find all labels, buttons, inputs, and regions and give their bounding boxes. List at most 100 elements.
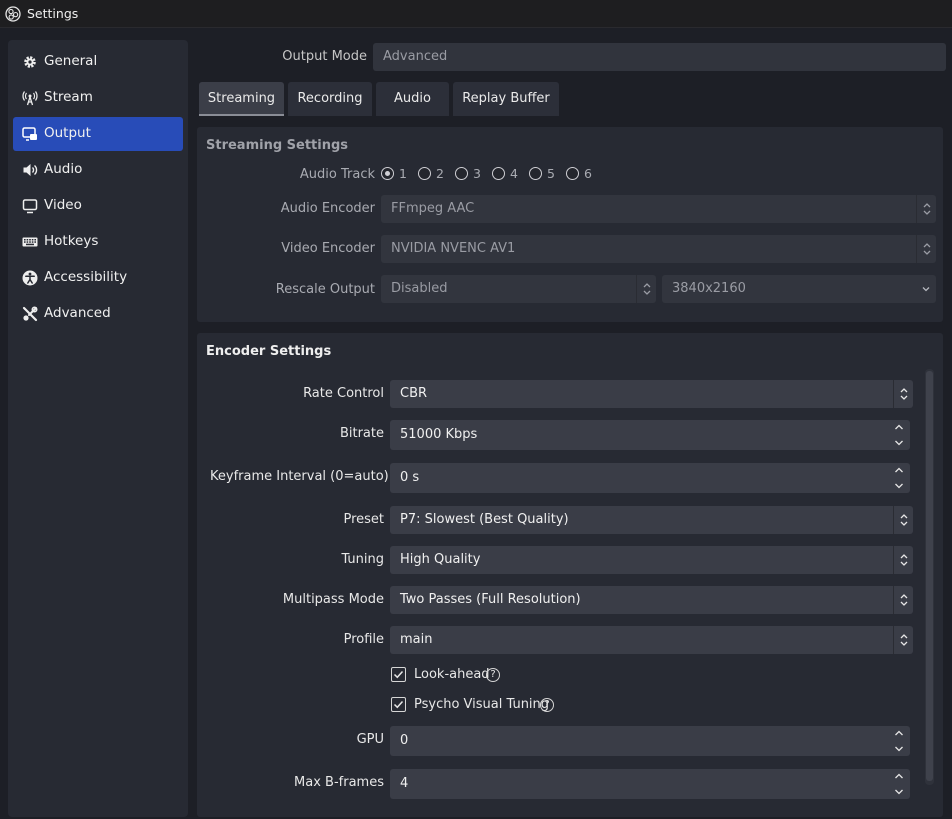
gpu-label: GPU — [356, 732, 384, 747]
audio-track-radio-5[interactable] — [529, 167, 542, 180]
checkmark-icon — [393, 700, 404, 709]
sidebar-item-audio[interactable]: Audio — [13, 153, 183, 187]
obs-logo-icon — [5, 6, 21, 22]
sidebar-item-label: Advanced — [44, 305, 111, 321]
sidebar-item-advanced[interactable]: Advanced — [13, 297, 183, 331]
sidebar-item-label: Hotkeys — [44, 233, 99, 249]
lookahead-checkbox[interactable] — [391, 667, 406, 682]
audio-track-radio-label: 2 — [436, 166, 444, 181]
output-icon — [22, 127, 37, 141]
tab-replay-buffer[interactable]: Replay Buffer — [453, 82, 559, 116]
sidebar-item-general[interactable]: General — [13, 45, 183, 79]
accessibility-icon — [22, 270, 38, 286]
up-down-arrows-icon — [893, 626, 913, 654]
settings-sidebar: General Stream Output Audio Video Hotkey… — [8, 40, 188, 817]
video-encoder-select[interactable]: NVIDIA NVENC AV1 — [381, 235, 936, 263]
audio-track-radio-label: 3 — [473, 166, 481, 181]
multipass-mode-select[interactable]: Two Passes (Full Resolution) — [390, 586, 913, 614]
bitrate-spinbox[interactable]: 51000 Kbps — [390, 420, 910, 450]
streaming-settings-title: Streaming Settings — [206, 138, 349, 153]
help-icon[interactable]: ? — [486, 668, 500, 682]
multipass-mode-label: Multipass Mode — [282, 592, 384, 607]
audio-encoder-value: FFmpeg AAC — [391, 201, 475, 216]
keyframe-interval-spinbox[interactable]: 0 s — [390, 463, 910, 493]
encoder-settings-title: Encoder Settings — [206, 344, 332, 359]
tuning-select[interactable]: High Quality — [390, 546, 913, 574]
max-b-frames-spinbox[interactable]: 4 — [390, 769, 910, 799]
sidebar-item-stream[interactable]: Stream — [13, 81, 183, 115]
tuning-label: Tuning — [341, 552, 384, 567]
rate-control-select[interactable]: CBR — [390, 380, 913, 408]
sidebar-item-hotkeys[interactable]: Hotkeys — [13, 225, 183, 259]
audio-track-radio-4[interactable] — [492, 167, 505, 180]
psycho-visual-tuning-label: Psycho Visual Tuning — [414, 697, 550, 712]
rate-control-label: Rate Control — [303, 386, 384, 401]
encoder-settings-scrollbar[interactable] — [925, 369, 934, 785]
sidebar-item-label: Video — [44, 197, 82, 213]
preset-label: Preset — [343, 512, 384, 527]
output-mode-select[interactable]: Advanced — [373, 43, 946, 71]
up-down-arrows-icon — [636, 275, 656, 303]
spinner-arrows-icon[interactable] — [892, 463, 906, 491]
rescale-output-select[interactable]: Disabled — [381, 275, 656, 303]
audio-track-radio-label: 4 — [510, 166, 518, 181]
audio-track-radio-label: 6 — [584, 166, 592, 181]
antenna-icon — [22, 91, 38, 106]
chevron-down-icon — [916, 275, 936, 303]
checkmark-icon — [393, 670, 404, 679]
audio-track-radio-label: 1 — [399, 166, 407, 181]
profile-value: main — [400, 632, 433, 647]
keyframe-interval-label: Keyframe Interval (0=auto) — [210, 469, 389, 484]
sidebar-item-label: Output — [44, 125, 91, 141]
multipass-mode-value: Two Passes (Full Resolution) — [400, 592, 581, 607]
audio-track-radio-1[interactable] — [381, 167, 394, 180]
audio-track-label: Audio Track — [299, 167, 375, 182]
up-down-arrows-icon — [893, 546, 913, 574]
tab-label: Streaming — [207, 91, 276, 106]
audio-track-radio-3[interactable] — [455, 167, 468, 180]
audio-track-radio-6[interactable] — [566, 167, 579, 180]
profile-select[interactable]: main — [390, 626, 913, 654]
spinner-arrows-icon[interactable] — [892, 726, 906, 754]
rate-control-value: CBR — [400, 386, 428, 401]
tab-recording[interactable]: Recording — [288, 82, 372, 116]
monitor-icon — [22, 199, 38, 214]
sidebar-item-label: General — [44, 53, 98, 69]
sidebar-item-video[interactable]: Video — [13, 189, 183, 223]
gpu-value: 0 — [400, 733, 409, 748]
preset-value: P7: Slowest (Best Quality) — [400, 512, 569, 527]
scrollbar-thumb[interactable] — [926, 371, 933, 781]
up-down-arrows-icon — [893, 506, 913, 534]
up-down-arrows-icon — [893, 380, 913, 408]
audio-encoder-label: Audio Encoder — [280, 201, 375, 216]
tuning-value: High Quality — [400, 552, 481, 567]
output-mode-label: Output Mode — [282, 49, 367, 64]
video-encoder-value: NVIDIA NVENC AV1 — [391, 241, 516, 256]
keyframe-interval-value: 0 s — [400, 470, 420, 485]
preset-select[interactable]: P7: Slowest (Best Quality) — [390, 506, 913, 534]
audio-encoder-select[interactable]: FFmpeg AAC — [381, 195, 936, 223]
sidebar-item-label: Stream — [44, 89, 93, 105]
bitrate-value: 51000 Kbps — [400, 427, 478, 442]
max-b-frames-label: Max B-frames — [294, 775, 384, 790]
window-title: Settings — [27, 6, 79, 21]
help-icon[interactable]: ? — [540, 698, 554, 712]
gear-icon — [24, 56, 36, 68]
up-down-arrows-icon — [916, 195, 936, 223]
spinner-arrows-icon[interactable] — [892, 769, 906, 797]
sidebar-item-accessibility[interactable]: Accessibility — [13, 261, 183, 295]
psycho-visual-tuning-checkbox[interactable] — [391, 697, 406, 712]
up-down-arrows-icon — [916, 235, 936, 263]
tab-audio[interactable]: Audio — [376, 82, 449, 116]
rescale-resolution-combo[interactable]: 3840x2160 — [662, 275, 936, 303]
rescale-resolution-value: 3840x2160 — [672, 281, 746, 296]
gpu-spinbox[interactable]: 0 — [390, 726, 910, 756]
output-mode-value: Advanced — [383, 49, 448, 64]
audio-track-radio-2[interactable] — [418, 167, 431, 180]
spinner-arrows-icon[interactable] — [892, 420, 906, 448]
tab-streaming[interactable]: Streaming — [199, 82, 284, 116]
wrench-icon — [22, 306, 38, 322]
tab-label: Replay Buffer — [462, 91, 550, 106]
sidebar-item-output[interactable]: Output — [13, 117, 183, 151]
tab-label: Recording — [297, 91, 363, 106]
